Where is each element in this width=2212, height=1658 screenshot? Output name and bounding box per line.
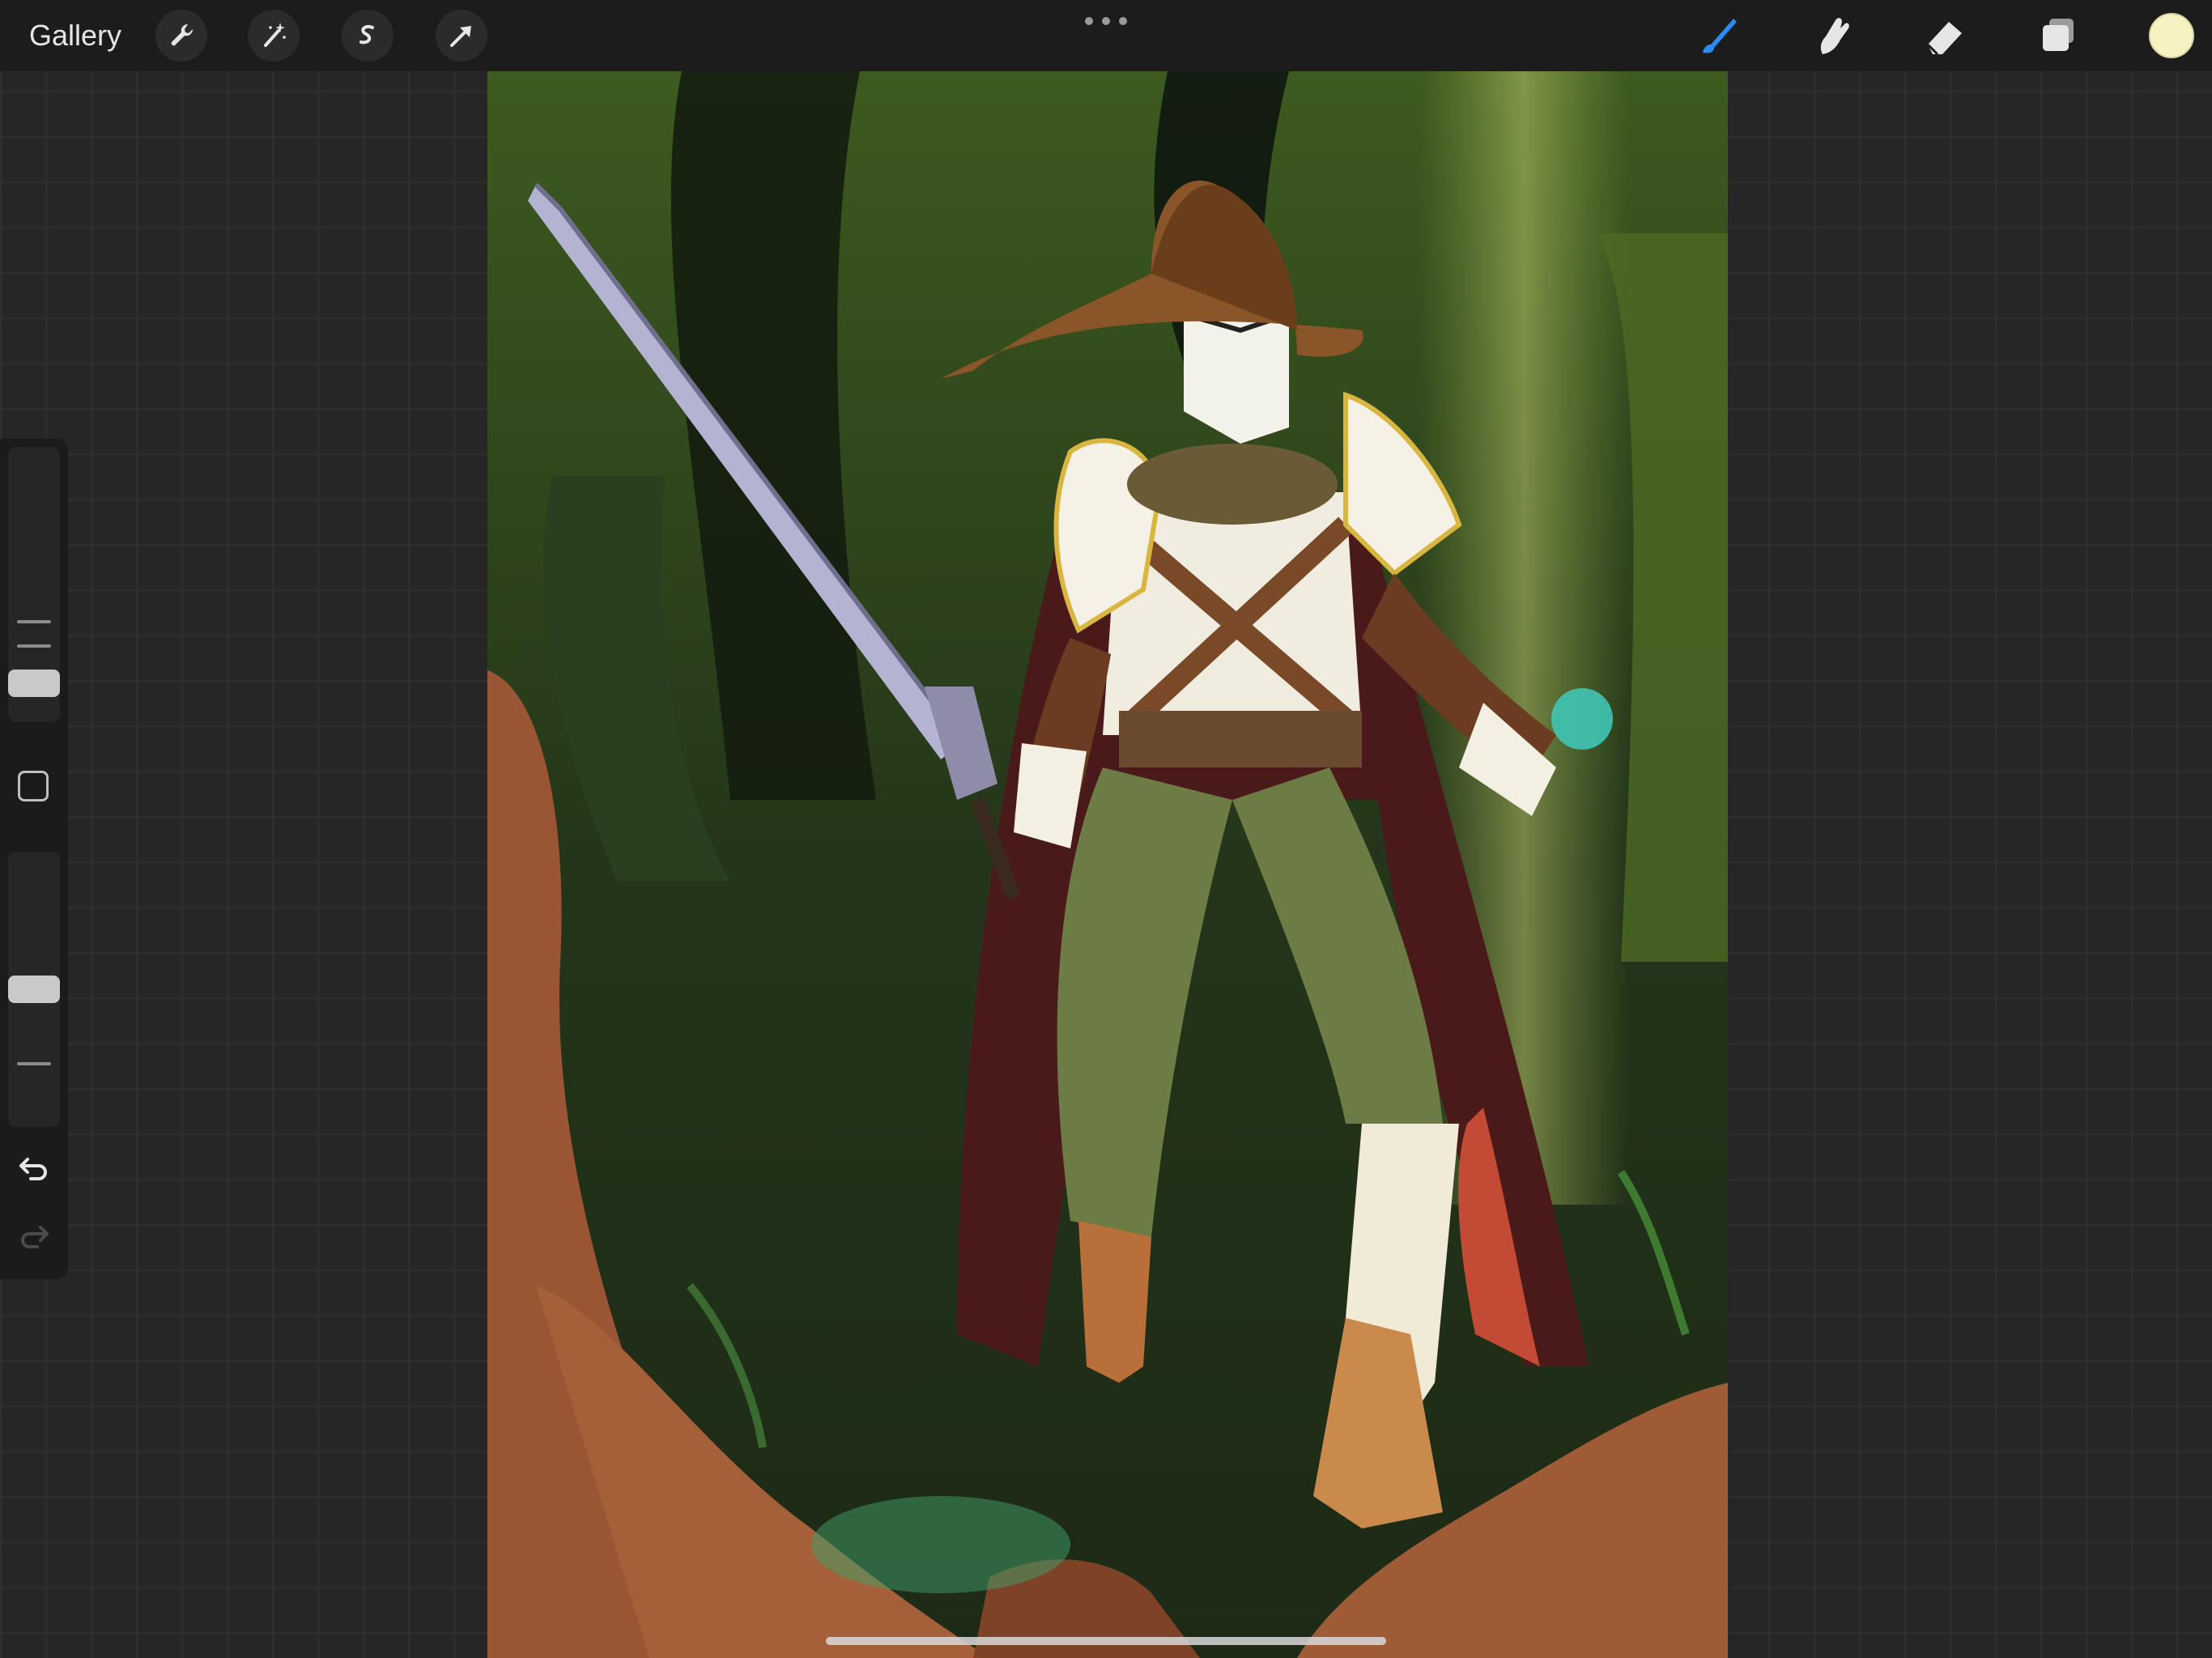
- gallery-button[interactable]: Gallery: [29, 15, 121, 57]
- selection-icon: [359, 25, 374, 45]
- drawing-canvas[interactable]: [487, 71, 1728, 1658]
- undo-button[interactable]: [15, 1146, 53, 1185]
- brush-tool-button[interactable]: [1691, 8, 1746, 63]
- adjustments-button[interactable]: [248, 10, 300, 62]
- redo-icon: [21, 1226, 49, 1248]
- opacity-thumb[interactable]: [8, 976, 60, 1003]
- modify-button[interactable]: [18, 771, 49, 801]
- sidebar: [0, 439, 68, 1279]
- selection-button[interactable]: [342, 10, 393, 62]
- layers-icon: [2043, 19, 2074, 51]
- brush-size-thumb[interactable]: [8, 670, 60, 697]
- transform-arrow-icon: [450, 26, 471, 47]
- top-toolbar: Gallery: [0, 0, 2212, 71]
- more-options-icon[interactable]: [1085, 13, 1127, 29]
- eraser-tool-button[interactable]: [1917, 8, 1972, 63]
- brush-size-slider[interactable]: [8, 447, 60, 722]
- magic-wand-icon: [264, 23, 286, 47]
- color-picker-swatch[interactable]: [2149, 13, 2194, 58]
- eraser-icon: [1926, 22, 1962, 56]
- smudge-icon: [1820, 18, 1849, 54]
- undo-icon: [19, 1158, 47, 1180]
- wrench-icon: [171, 23, 194, 46]
- actions-button[interactable]: [155, 10, 207, 62]
- brush-icon: [1703, 19, 1737, 53]
- opacity-slider[interactable]: [8, 852, 60, 1127]
- layers-button[interactable]: [2031, 8, 2086, 63]
- artwork-forest-knight: [487, 71, 1728, 1658]
- transform-button[interactable]: [436, 10, 487, 62]
- smudge-tool-button[interactable]: [1804, 8, 1859, 63]
- redo-button[interactable]: [15, 1214, 53, 1253]
- home-indicator[interactable]: [826, 1637, 1386, 1645]
